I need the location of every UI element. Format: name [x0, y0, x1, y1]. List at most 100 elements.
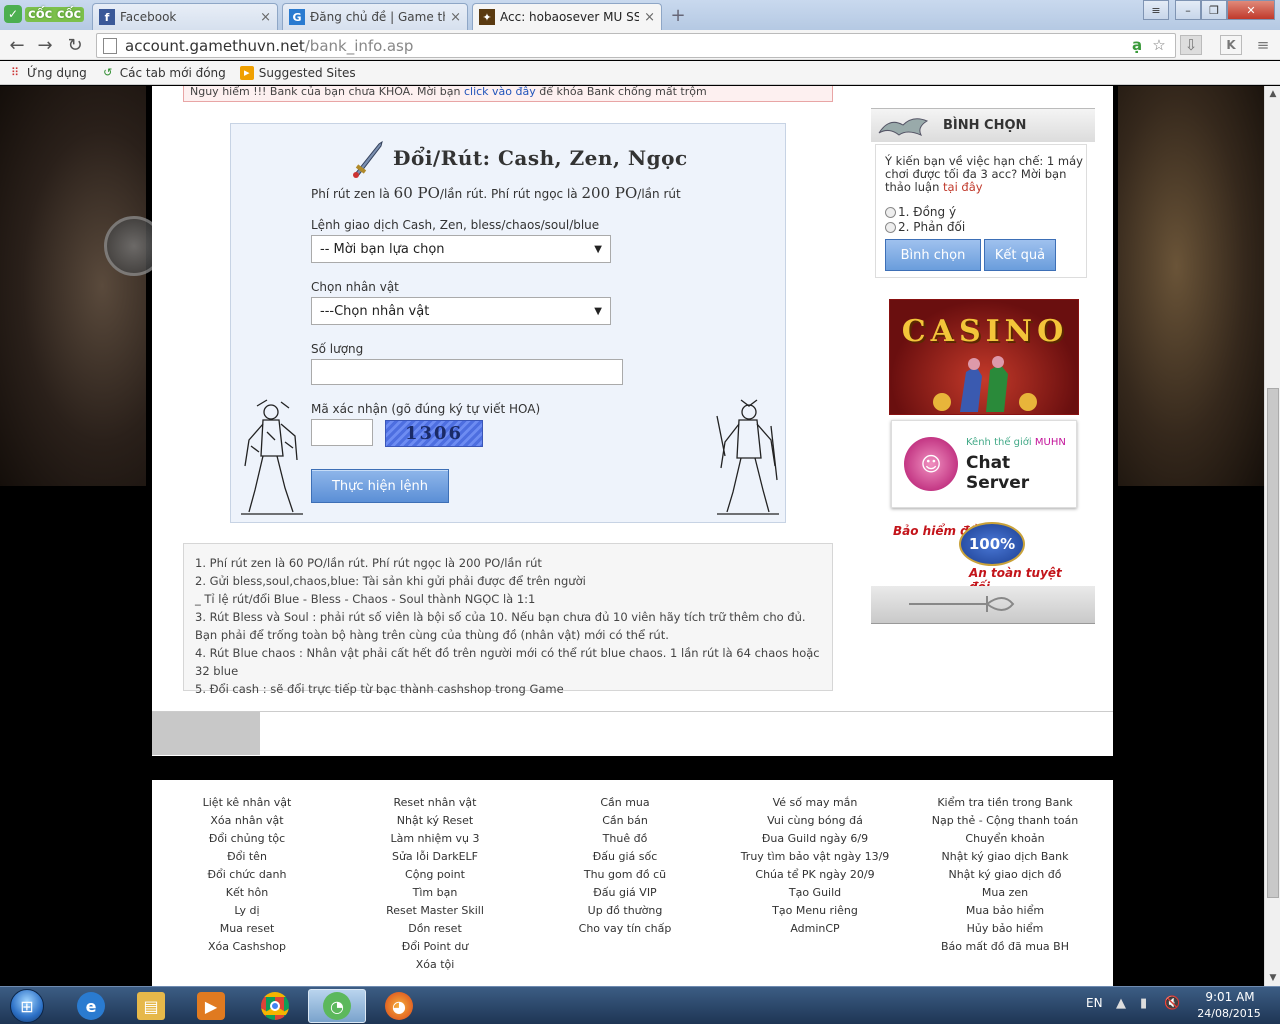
footer-link[interactable]: Kết hôn	[152, 884, 342, 902]
reload-icon[interactable]: ↻	[64, 34, 86, 56]
footer-link[interactable]: Làm nhiệm vụ 3	[340, 830, 530, 848]
vietnamese-input-icon[interactable]: ạ	[1126, 35, 1148, 55]
footer-link[interactable]: Nhật ký Reset	[340, 812, 530, 830]
footer-link[interactable]: Tìm bạn	[340, 884, 530, 902]
footer-link[interactable]: Vé số may mắn	[720, 794, 910, 812]
vote-option-agree[interactable]: 1. Đồng ý	[885, 205, 956, 219]
close-window-icon[interactable]: ✕	[1227, 0, 1275, 20]
network-icon[interactable]: ▮	[1140, 996, 1147, 1011]
footer-link[interactable]: Đổi Point dư	[340, 938, 530, 956]
scroll-down-icon[interactable]: ▼	[1265, 970, 1280, 986]
new-tab-icon[interactable]: +	[668, 5, 688, 26]
footer-link[interactable]: Đấu giá sốc	[530, 848, 720, 866]
language-indicator[interactable]: EN	[1086, 996, 1103, 1010]
footer-link[interactable]: Thu gom đồ cũ	[530, 866, 720, 884]
discuss-link[interactable]: tại đây	[943, 180, 983, 194]
footer-link[interactable]: Tạo Guild	[720, 884, 910, 902]
taskbar-coccoc[interactable]: ◔	[308, 989, 366, 1023]
scroll-thumb[interactable]	[1267, 388, 1279, 898]
forward-icon[interactable]: →	[34, 34, 56, 56]
tab-gamethu[interactable]: G Đăng chủ đề | Game thủ V ×	[282, 3, 468, 30]
casino-banner[interactable]: CASINO	[889, 299, 1079, 415]
menu-icon[interactable]: ≡	[1143, 0, 1169, 20]
radio-button[interactable]	[885, 206, 896, 218]
footer-link[interactable]: Xóa nhân vật	[152, 812, 342, 830]
character-select[interactable]: ---Chọn nhân vật ▼	[311, 297, 611, 325]
back-icon[interactable]: ←	[6, 34, 28, 56]
result-button[interactable]: Kết quả	[984, 239, 1056, 271]
footer-link[interactable]: Nhật ký giao dịch Bank	[910, 848, 1100, 866]
vote-option-disagree[interactable]: 2. Phản đối	[885, 220, 965, 234]
clock-time[interactable]: 9:01 AM	[1200, 990, 1260, 1004]
chat-server-banner[interactable]: ☺ Kênh thế giới MUHN Chat Server	[891, 420, 1077, 508]
footer-link[interactable]: Nhật ký giao dịch đồ	[910, 866, 1100, 884]
radio-button[interactable]	[885, 221, 896, 233]
coccoc-logo[interactable]: ✓ cốc cốc	[4, 3, 86, 25]
clock-date[interactable]: 24/08/2015	[1194, 1007, 1264, 1020]
footer-link[interactable]: Đua Guild ngày 6/9	[720, 830, 910, 848]
command-select[interactable]: -- Mời bạn lựa chọn ▼	[311, 235, 611, 263]
captcha-input[interactable]	[311, 419, 373, 446]
close-tab-icon[interactable]: ×	[450, 10, 461, 25]
bookmark-apps[interactable]: ⠿ Ứng dụng	[8, 66, 87, 80]
page-scrollbar[interactable]: ▲ ▼	[1264, 86, 1280, 986]
settings-menu-icon[interactable]: ≡	[1252, 35, 1274, 55]
footer-link[interactable]: Vui cùng bóng đá	[720, 812, 910, 830]
minimize-icon[interactable]: –	[1175, 0, 1201, 20]
submit-button[interactable]: Thực hiện lệnh	[311, 469, 449, 503]
start-button[interactable]: ⊞	[2, 987, 52, 1024]
footer-link[interactable]: AdminCP	[720, 920, 910, 938]
taskbar-internet-explorer[interactable]: e	[62, 989, 120, 1023]
footer-link[interactable]: Xóa Cashshop	[152, 938, 342, 956]
footer-link[interactable]: Dồn reset	[340, 920, 530, 938]
footer-link[interactable]: Reset Master Skill	[340, 902, 530, 920]
footer-link[interactable]: Nạp thẻ - Cộng thanh toán	[910, 812, 1100, 830]
footer-link[interactable]: Cộng point	[340, 866, 530, 884]
footer-link[interactable]: Đổi chủng tộc	[152, 830, 342, 848]
taskbar-file-explorer[interactable]: ▤	[122, 989, 180, 1023]
footer-link[interactable]: Liệt kê nhân vật	[152, 794, 342, 812]
footer-link[interactable]: Xóa tội	[340, 956, 530, 974]
footer-link[interactable]: Hủy bảo hiểm	[910, 920, 1100, 938]
footer-link[interactable]: Chuyển khoản	[910, 830, 1100, 848]
close-tab-icon[interactable]: ×	[644, 10, 655, 25]
tab-facebook[interactable]: f Facebook ×	[92, 3, 278, 30]
footer-link[interactable]: Thuê đồ	[530, 830, 720, 848]
footer-link[interactable]: Chúa tể PK ngày 20/9	[720, 866, 910, 884]
scroll-up-icon[interactable]: ▲	[1265, 86, 1280, 102]
extension-k-icon[interactable]: K	[1220, 35, 1242, 55]
footer-link[interactable]: Up đồ thường	[530, 902, 720, 920]
vote-button[interactable]: Bình chọn	[885, 239, 981, 271]
footer-link[interactable]: Tạo Menu riêng	[720, 902, 910, 920]
footer-link[interactable]: Đổi chức danh	[152, 866, 342, 884]
volume-muted-icon[interactable]: 🔇	[1164, 996, 1180, 1011]
footer-link[interactable]: Reset nhân vật	[340, 794, 530, 812]
quantity-input[interactable]	[311, 359, 623, 385]
insurance-banner[interactable]: Bảo hiểm đồ 100% An toàn tuyệt đối	[891, 518, 1081, 594]
footer-link[interactable]: Truy tìm bảo vật ngày 13/9	[720, 848, 910, 866]
footer-link[interactable]: Sửa lỗi DarkELF	[340, 848, 530, 866]
footer-link[interactable]: Cần mua	[530, 794, 720, 812]
footer-link[interactable]: Ly dị	[152, 902, 342, 920]
show-hidden-icons-icon[interactable]: ▲	[1116, 996, 1126, 1011]
restore-icon[interactable]: ❐	[1201, 0, 1227, 20]
taskbar-chrome[interactable]	[246, 989, 304, 1023]
download-icon[interactable]: ⇩	[1180, 35, 1202, 55]
footer-link[interactable]: Cho vay tín chấp	[530, 920, 720, 938]
close-tab-icon[interactable]: ×	[260, 10, 271, 25]
footer-link[interactable]: Mua zen	[910, 884, 1100, 902]
taskbar-media-player[interactable]: ▶	[182, 989, 240, 1023]
tab-mu-account[interactable]: ✦ Acc: hobaosever MU SS4 S ×	[472, 3, 662, 30]
footer-link[interactable]: Mua bảo hiểm	[910, 902, 1100, 920]
footer-link[interactable]: Cần bán	[530, 812, 720, 830]
footer-link[interactable]: Đấu giá VIP	[530, 884, 720, 902]
taskbar-firefox[interactable]: ◕	[370, 989, 428, 1023]
footer-link[interactable]: Đổi tên	[152, 848, 342, 866]
bookmark-suggested-sites[interactable]: ▸ Suggested Sites	[239, 65, 356, 80]
footer-link[interactable]: Báo mất đồ đã mua BH	[910, 938, 1100, 956]
bookmark-star-icon[interactable]: ☆	[1148, 35, 1170, 55]
lock-bank-link[interactable]: click vào đây	[464, 86, 536, 98]
footer-link[interactable]: Kiểm tra tiền trong Bank	[910, 794, 1100, 812]
footer-link[interactable]: Mua reset	[152, 920, 342, 938]
address-bar[interactable]: account.gamethuvn.net/bank_info.asp	[96, 33, 1176, 58]
